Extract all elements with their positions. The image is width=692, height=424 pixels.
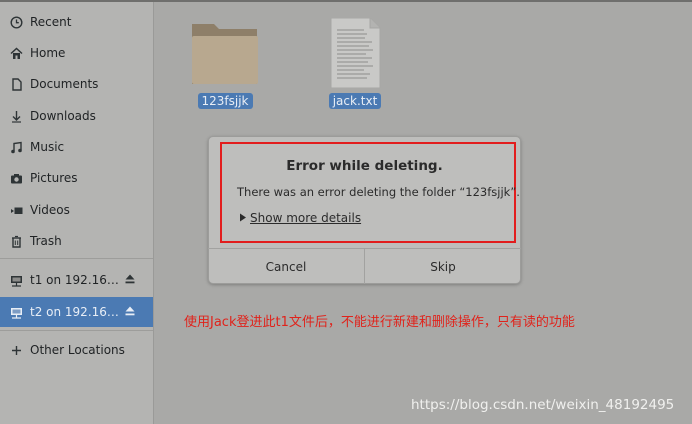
sidebar-item-label: Pictures <box>30 171 78 185</box>
network-drive-icon <box>9 305 23 319</box>
folder-icon <box>190 18 260 88</box>
sidebar-item-label: t2 on 192.16… <box>30 305 119 319</box>
text-file-icon <box>320 17 390 89</box>
triangle-right-icon <box>239 211 247 225</box>
eject-icon[interactable] <box>124 305 136 317</box>
sidebar-item-documents[interactable]: Documents <box>0 69 153 99</box>
sidebar-divider <box>0 258 153 259</box>
file-name: jack.txt <box>328 93 382 109</box>
sidebar-item-label: t1 on 192.16… <box>30 273 119 287</box>
sidebar-item-pictures[interactable]: Pictures <box>0 163 153 193</box>
eject-icon[interactable] <box>124 273 136 285</box>
dialog-message: There was an error deleting the folder “… <box>237 185 520 199</box>
show-more-details-label: Show more details <box>250 211 362 225</box>
sidebar-item-home[interactable]: Home <box>0 38 153 68</box>
home-icon <box>9 46 23 60</box>
sidebar-item-downloads[interactable]: Downloads <box>0 101 153 131</box>
sidebar-item-label: Other Locations <box>30 343 125 357</box>
sidebar-item-label: Documents <box>30 77 99 91</box>
file-item-text[interactable]: jack.txt <box>320 17 390 109</box>
video-icon <box>9 203 23 217</box>
sidebar-item-trash[interactable]: Trash <box>0 226 153 256</box>
sidebar-item-videos[interactable]: Videos <box>0 195 153 225</box>
network-drive-icon <box>9 273 23 287</box>
sidebar-item-other-locations[interactable]: Other Locations <box>0 335 153 365</box>
show-more-details-expander[interactable]: Show more details <box>239 211 361 225</box>
dialog-title: Error while deleting. <box>286 158 443 174</box>
sidebar-item-label: Music <box>30 140 65 154</box>
sidebar-item-mount-t2[interactable]: t2 on 192.16… <box>0 297 153 327</box>
sidebar-item-label: Videos <box>30 203 70 217</box>
sidebar-item-label: Recent <box>30 15 72 29</box>
sidebar-divider <box>0 330 153 331</box>
plus-icon <box>9 343 23 357</box>
music-icon <box>9 140 23 154</box>
annotation-text: 使用Jack登进此t1文件后，不能进行新建和删除操作，只有读的功能 <box>184 315 575 330</box>
sidebar-item-label: Downloads <box>30 109 96 123</box>
sidebar: Recent Home Documents Downloads Music Pi… <box>0 2 154 424</box>
trash-icon <box>9 234 23 248</box>
watermark-text: https://blog.csdn.net/weixin_48192495 <box>411 397 675 413</box>
dialog-button-bar: Cancel Skip <box>208 248 521 284</box>
sidebar-item-mount-t1[interactable]: t1 on 192.16… <box>0 265 153 295</box>
document-icon <box>9 77 23 91</box>
clock-icon <box>9 15 23 29</box>
camera-icon <box>9 171 23 185</box>
sidebar-item-label: Home <box>30 46 66 60</box>
sidebar-item-recent[interactable]: Recent <box>0 7 153 37</box>
cancel-button[interactable]: Cancel <box>208 249 365 284</box>
sidebar-item-label: Trash <box>30 234 62 248</box>
download-icon <box>9 109 23 123</box>
skip-button[interactable]: Skip <box>365 249 521 284</box>
sidebar-item-music[interactable]: Music <box>0 132 153 162</box>
file-item-folder[interactable]: 123fsjjk <box>190 18 260 109</box>
file-name: 123fsjjk <box>197 93 253 109</box>
